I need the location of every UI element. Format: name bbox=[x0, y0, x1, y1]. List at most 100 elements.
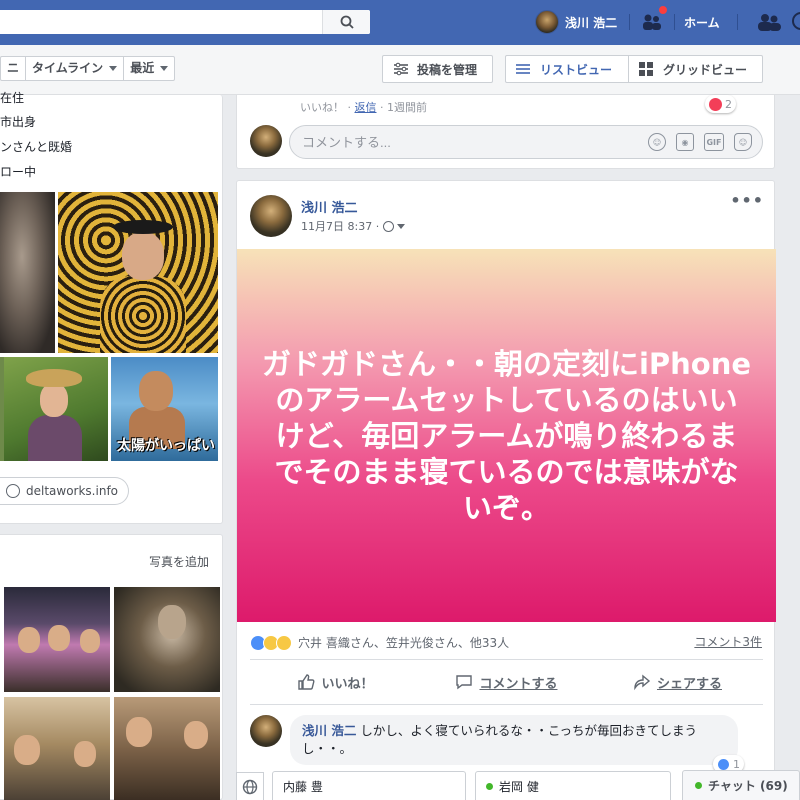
chat-label: チャット (69) bbox=[708, 779, 788, 793]
featured-photo[interactable] bbox=[58, 192, 218, 353]
chat-tab[interactable]: 岩岡 健 bbox=[475, 771, 671, 800]
profile-link[interactable]: 浅川 浩二 bbox=[535, 9, 617, 35]
photo-subject bbox=[18, 627, 40, 653]
reaction-count: 2 bbox=[725, 97, 732, 111]
comment-meta: いいね！ · 返信 · 1週間前 bbox=[300, 101, 427, 114]
camera-icon[interactable]: ◉ bbox=[676, 133, 694, 151]
grid-view-button[interactable]: グリッドビュー bbox=[628, 56, 762, 82]
divider bbox=[629, 14, 630, 30]
like-button[interactable]: いいね！ bbox=[250, 660, 421, 704]
comment-input[interactable] bbox=[290, 126, 630, 158]
website-link[interactable]: deltaworks.info bbox=[0, 477, 130, 505]
manage-posts-label: 投稿を管理 bbox=[417, 62, 478, 77]
smiley-icon[interactable]: ☺ bbox=[648, 133, 666, 151]
comment-label: コメントする bbox=[479, 676, 558, 692]
tab-timeline[interactable]: タイムライン bbox=[25, 57, 123, 80]
separator: · bbox=[372, 219, 380, 233]
view-toggle: リストビュー グリッドビュー bbox=[505, 55, 763, 83]
comment-icon bbox=[456, 675, 473, 690]
reactor-names: 穴井 喜織さん、笠井光俊さん、他33人 bbox=[298, 636, 510, 650]
tab-recent[interactable]: 最近 bbox=[123, 57, 174, 80]
comment-reply-link[interactable]: 返信 bbox=[355, 101, 377, 114]
intro-line: ロー中 bbox=[0, 165, 37, 179]
avatar[interactable] bbox=[250, 715, 282, 747]
post-card: 浅川 浩二 11月7日 8:37 · ••• ガドガドさん・・朝の定刻にiPho… bbox=[236, 180, 776, 800]
chat-tab[interactable]: 内藤 豊 bbox=[272, 771, 466, 800]
list-view-button[interactable]: リストビュー bbox=[506, 56, 628, 82]
chat-sidebar-toggle[interactable]: チャット (69) bbox=[682, 770, 800, 800]
photo-subject bbox=[126, 717, 152, 747]
photo-thumbnail[interactable] bbox=[4, 697, 110, 800]
like-reaction-icon bbox=[717, 757, 730, 771]
avatar[interactable] bbox=[250, 125, 282, 157]
chat-tab-name: 岩岡 健 bbox=[499, 779, 539, 794]
tab-label: 最近 bbox=[130, 61, 155, 75]
photos-card: 写真を追加 bbox=[0, 534, 223, 800]
home-link[interactable]: ホーム bbox=[684, 14, 720, 31]
photo-subject bbox=[40, 383, 68, 417]
add-photos-link[interactable]: 写真を追加 bbox=[149, 553, 209, 570]
avatar[interactable] bbox=[250, 195, 292, 237]
share-button[interactable]: シェアする bbox=[592, 660, 763, 704]
featured-photo[interactable] bbox=[0, 192, 55, 353]
featured-photo[interactable]: 太陽がいっぱい bbox=[111, 357, 218, 461]
chevron-down-icon bbox=[160, 66, 169, 71]
globe-icon bbox=[6, 484, 20, 498]
comment-count-link[interactable]: コメント3件 bbox=[694, 633, 762, 650]
globe-icon[interactable] bbox=[383, 220, 395, 232]
sticker-icon[interactable]: ☺ bbox=[734, 133, 752, 151]
post-actions: いいね！ コメントする シェアする bbox=[250, 659, 763, 705]
featured-photo[interactable] bbox=[4, 357, 108, 461]
photo-subject bbox=[14, 735, 40, 765]
comment-like-link[interactable]: いいね！ bbox=[300, 101, 344, 114]
chat-dock-toggle[interactable] bbox=[236, 772, 264, 800]
post-timestamp[interactable]: 11月7日 8:37 bbox=[301, 218, 372, 234]
heart-icon bbox=[709, 97, 722, 111]
comment-tools: ☺ ◉ GIF ☺ bbox=[648, 133, 752, 151]
intro-line: ンさんと既婚 bbox=[0, 140, 73, 154]
post-background: ガドガドさん・・朝の定刻にiPhoneのアラームセットしているのはいいけど、毎回… bbox=[237, 249, 776, 622]
reaction-count: 1 bbox=[733, 757, 740, 771]
photo-subject bbox=[74, 741, 96, 767]
chevron-down-icon[interactable] bbox=[397, 223, 406, 229]
messenger-icon[interactable] bbox=[792, 12, 800, 30]
notification-badge bbox=[657, 4, 669, 16]
profile-name: 浅川 浩二 bbox=[565, 15, 618, 30]
photo-subject bbox=[80, 629, 100, 653]
photo-caption-art: 太陽がいっぱい bbox=[117, 438, 215, 454]
tab-partial[interactable]: ニ bbox=[1, 57, 25, 80]
comment-text: しかし、よく寝ていられるな・・こっちが毎回おきてしまうし・・。 bbox=[302, 723, 697, 756]
more-icon[interactable]: ••• bbox=[730, 191, 764, 210]
online-status-icon bbox=[486, 782, 493, 790]
website-url: deltaworks.info bbox=[26, 484, 119, 498]
comment-bubble: 浅川 浩二 しかし、よく寝ていられるな・・こっちが毎回おきてしまうし・・。 bbox=[290, 715, 738, 765]
photo-thumbnail[interactable] bbox=[114, 587, 220, 692]
search-input[interactable] bbox=[0, 10, 322, 34]
manage-posts-button[interactable]: 投稿を管理 bbox=[382, 55, 493, 83]
photo-subject bbox=[28, 415, 82, 461]
post-meta: 11月7日 8:37 · bbox=[301, 218, 406, 234]
photo-subject bbox=[184, 721, 208, 749]
chevron-down-icon bbox=[109, 66, 118, 71]
post-author[interactable]: 浅川 浩二 bbox=[301, 197, 358, 216]
gif-icon[interactable]: GIF bbox=[704, 133, 724, 151]
search-icon bbox=[340, 15, 354, 29]
globe-icon bbox=[242, 779, 258, 794]
intro-card: 在住 市出身 ンさんと既婚 ロー中 太陽がいっぱい deltaworks.inf… bbox=[0, 91, 223, 524]
photo-subject bbox=[122, 232, 164, 280]
comment-reactions[interactable]: 2 bbox=[705, 95, 736, 113]
comment-author[interactable]: 浅川 浩二 bbox=[302, 723, 356, 738]
reaction-summary[interactable]: 穴井 喜織さん、笠井光俊さん、他33人 bbox=[250, 634, 509, 651]
share-label: シェアする bbox=[656, 676, 722, 692]
timeline-tabs: ニ タイムライン 最近 bbox=[0, 56, 176, 81]
friend-requests-icon[interactable] bbox=[757, 13, 781, 31]
divider bbox=[737, 14, 738, 30]
search-button[interactable] bbox=[322, 10, 370, 34]
grid-view-label: グリッドビュー bbox=[663, 62, 748, 77]
intro-line: 在住 bbox=[0, 91, 25, 105]
comment-button[interactable]: コメントする bbox=[421, 660, 592, 704]
photo-thumbnail[interactable] bbox=[114, 697, 220, 800]
grid-icon bbox=[639, 62, 653, 76]
photo-thumbnail[interactable] bbox=[4, 587, 110, 692]
comment-box: ☺ ◉ GIF ☺ bbox=[289, 125, 763, 159]
